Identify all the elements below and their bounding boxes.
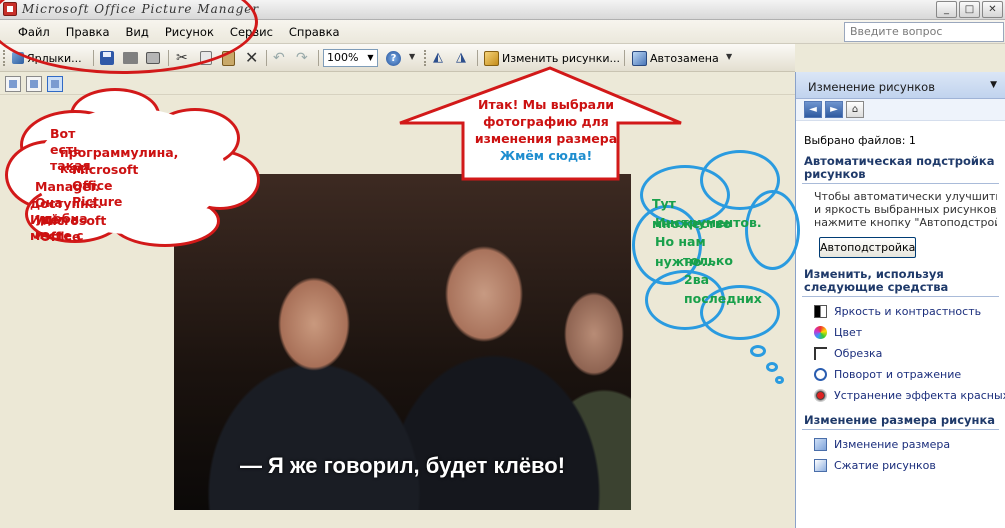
compress-icon — [814, 459, 827, 472]
maximize-button[interactable]: □ — [959, 1, 980, 18]
resize-section-title: Изменение размера рисунка — [804, 413, 996, 427]
close-button[interactable]: ✕ — [982, 1, 1003, 18]
filmstrip-view-icon[interactable] — [26, 76, 42, 92]
resize-link[interactable]: Изменение размера — [814, 438, 997, 451]
edit-pictures-icon — [484, 50, 499, 66]
edit-tools-section-title: Изменить, используя следующие средства — [804, 267, 949, 294]
delete-button[interactable]: ✕ — [245, 49, 261, 67]
separator — [477, 50, 478, 66]
edit-pictures-button[interactable]: Изменить рисунки... — [484, 49, 620, 67]
crop-icon — [814, 347, 827, 360]
help-icon: ? — [386, 50, 401, 66]
separator — [624, 50, 625, 66]
chevron-down-icon: ▼ — [367, 53, 374, 62]
divider — [802, 429, 999, 430]
auto-correct-button[interactable]: Автозамена — [632, 49, 719, 67]
task-pane-title: Изменение рисунков — [808, 80, 935, 94]
red-eye-icon — [814, 389, 827, 402]
home-icon[interactable]: ⌂ — [846, 101, 864, 118]
forward-icon[interactable]: ► — [825, 101, 843, 118]
brightness-contrast-link[interactable]: Яркость и контрастность — [814, 305, 997, 318]
color-link[interactable]: Цвет — [814, 326, 997, 339]
task-pane-header[interactable]: Изменение рисунков ▼ — [796, 72, 1005, 99]
help-button[interactable]: ? — [386, 49, 401, 67]
selected-photo[interactable]: — Я же говорил, будет клёво! — [174, 174, 631, 510]
right-cloud-line: 2ва — [684, 272, 710, 287]
compress-link[interactable]: Сжатие рисунков — [814, 459, 997, 472]
files-selected-count: Выбрано файлов: 1 — [804, 134, 916, 147]
rotate-left-icon: ◭ — [433, 50, 443, 65]
resize-icon — [814, 438, 827, 451]
thumbnail-view-icon[interactable] — [5, 76, 21, 92]
auto-correct-section-title: Автоматическая подстройка рисунков — [804, 154, 995, 181]
divider — [802, 183, 999, 184]
rotate-left-button[interactable]: ◭ — [433, 49, 449, 67]
arrow-annotation-text: Итак! Мы выбрали фотографию для изменени… — [474, 97, 618, 163]
separator — [318, 50, 319, 66]
undo-icon: ↶ — [273, 50, 285, 66]
window-controls: _ □ ✕ — [936, 1, 1003, 18]
right-cloud-line: Инструментов. — [655, 215, 762, 230]
color-wheel-icon — [814, 326, 827, 339]
toolbar-options-icon[interactable]: ▼ — [726, 52, 732, 61]
task-pane-nav: ◄ ► ⌂ — [796, 99, 1005, 121]
photo-caption: — Я же говорил, будет клёво! — [239, 453, 566, 478]
single-picture-view-icon[interactable] — [47, 76, 63, 92]
divider — [802, 296, 999, 297]
red-eye-link[interactable]: Устранение эффекта красных глаз — [814, 389, 1005, 402]
crop-link[interactable]: Обрезка — [814, 347, 997, 360]
rotate-right-button[interactable]: ◮ — [456, 49, 472, 67]
ask-question-input[interactable]: Введите вопрос — [844, 22, 1004, 42]
task-pane: Изменение рисунков ▼ ◄ ► ⌂ Выбрано файло… — [795, 72, 1005, 528]
back-icon[interactable]: ◄ — [804, 101, 822, 118]
toolbar-options-icon[interactable]: ▼ — [409, 52, 415, 61]
rotate-icon — [814, 368, 827, 381]
chevron-down-icon[interactable]: ▼ — [990, 80, 997, 90]
toolbar-grip[interactable] — [424, 50, 427, 66]
toolbar-grip[interactable] — [3, 50, 6, 66]
zoom-value: 100% — [327, 51, 359, 64]
rotate-right-icon: ◮ — [456, 50, 466, 65]
undo-button[interactable]: ↶ — [273, 49, 289, 67]
rotate-flip-link[interactable]: Поворот и отражение — [814, 368, 997, 381]
brightness-icon — [814, 305, 827, 318]
auto-correct-pane-button[interactable]: Автоподстройка — [819, 237, 916, 258]
menu-help[interactable]: Справка — [289, 25, 340, 39]
auto-correct-label: Автозамена — [650, 51, 719, 65]
zoom-dropdown[interactable]: 100% ▼ — [323, 49, 378, 67]
auto-correct-description: Чтобы автоматически улучшить цвет и ярко… — [814, 190, 997, 229]
redo-button[interactable]: ↷ — [296, 49, 312, 67]
right-cloud-line: только — [683, 253, 733, 268]
redo-icon: ↷ — [296, 50, 308, 66]
left-cloud-line: Microsoft Office — [40, 213, 107, 244]
minimize-button[interactable]: _ — [936, 1, 957, 18]
delete-x-icon: ✕ — [245, 48, 259, 67]
auto-correct-icon — [632, 50, 647, 66]
right-cloud-line: последних — [684, 291, 762, 306]
separator — [266, 50, 267, 66]
edit-pictures-label: Изменить рисунки... — [502, 51, 621, 65]
